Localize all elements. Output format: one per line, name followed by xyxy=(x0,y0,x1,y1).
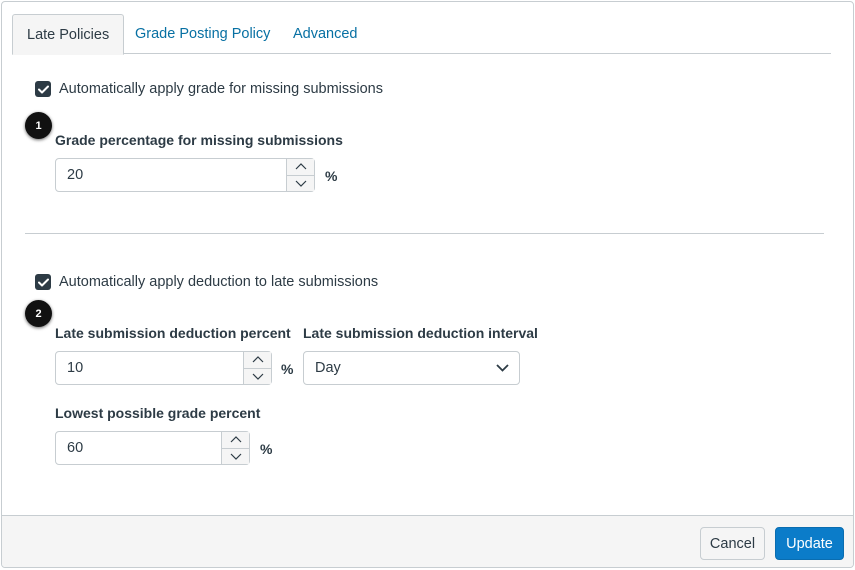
late-deduction-interval-value: Day xyxy=(315,360,341,376)
lowest-grade-percent-label: Lowest possible grade percent xyxy=(55,405,261,421)
chevron-down-icon xyxy=(295,180,306,187)
increment-button[interactable] xyxy=(222,432,249,448)
chevron-up-icon xyxy=(295,163,306,170)
increment-button[interactable] xyxy=(244,352,271,368)
lowest-grade-spinner xyxy=(221,432,249,464)
chevron-up-icon xyxy=(230,436,241,443)
tab-late-policies[interactable]: Late Policies xyxy=(12,14,125,55)
late-policies-dialog: Late Policies Grade Posting Policy Advan… xyxy=(1,1,854,568)
decrement-button[interactable] xyxy=(222,447,249,464)
late-deduction-spinner xyxy=(243,352,271,384)
missing-grade-spinner xyxy=(286,159,314,191)
lowest-grade-percent-input[interactable]: 60 xyxy=(55,431,250,465)
missing-submissions-checkbox-label: Automatically apply grade for missing su… xyxy=(59,81,383,97)
chevron-down-icon xyxy=(230,453,241,460)
missing-grade-percentage-label: Grade percentage for missing submissions xyxy=(55,132,343,148)
decrement-button[interactable] xyxy=(287,174,314,191)
lowest-grade-percent-value: 60 xyxy=(67,440,84,456)
missing-percent-unit: % xyxy=(325,168,338,184)
late-submissions-toggle-row[interactable]: Automatically apply deduction to late su… xyxy=(35,274,378,290)
section-divider xyxy=(25,233,824,234)
settings-tabs: Late Policies Grade Posting Policy Advan… xyxy=(12,14,831,55)
missing-submissions-toggle-row[interactable]: Automatically apply grade for missing su… xyxy=(35,81,383,97)
chevron-up-icon xyxy=(252,356,263,363)
missing-grade-percentage-input[interactable]: 20 xyxy=(55,158,315,192)
step-badge-2: 2 xyxy=(25,300,52,327)
lowest-grade-percent-unit: % xyxy=(260,441,273,457)
late-submissions-checkbox[interactable] xyxy=(35,274,51,290)
increment-button[interactable] xyxy=(287,159,314,175)
missing-grade-percentage-value: 20 xyxy=(67,167,84,183)
late-submissions-checkbox-label: Automatically apply deduction to late su… xyxy=(59,274,379,290)
update-button[interactable]: Update xyxy=(775,527,844,560)
step-badge-1: 1 xyxy=(25,112,52,139)
tab-grade-posting-policy[interactable]: Grade Posting Policy xyxy=(121,14,284,54)
late-deduction-percent-label: Late submission deduction percent xyxy=(55,325,291,341)
missing-submissions-checkbox[interactable] xyxy=(35,81,51,97)
chevron-down-icon xyxy=(252,373,263,380)
late-deduction-interval-label: Late submission deduction interval xyxy=(303,325,538,341)
checkmark-icon xyxy=(37,278,49,286)
late-deduction-percent-unit: % xyxy=(281,361,294,377)
late-deduction-percent-value: 10 xyxy=(67,360,84,376)
decrement-button[interactable] xyxy=(244,367,271,384)
dialog-footer: Cancel Update xyxy=(2,515,853,567)
tab-advanced[interactable]: Advanced xyxy=(279,14,372,54)
late-deduction-interval-select[interactable]: Day xyxy=(303,351,520,385)
checkmark-icon xyxy=(37,85,49,93)
cancel-button[interactable]: Cancel xyxy=(700,527,765,560)
chevron-down-icon xyxy=(496,364,509,372)
late-deduction-percent-input[interactable]: 10 xyxy=(55,351,272,385)
